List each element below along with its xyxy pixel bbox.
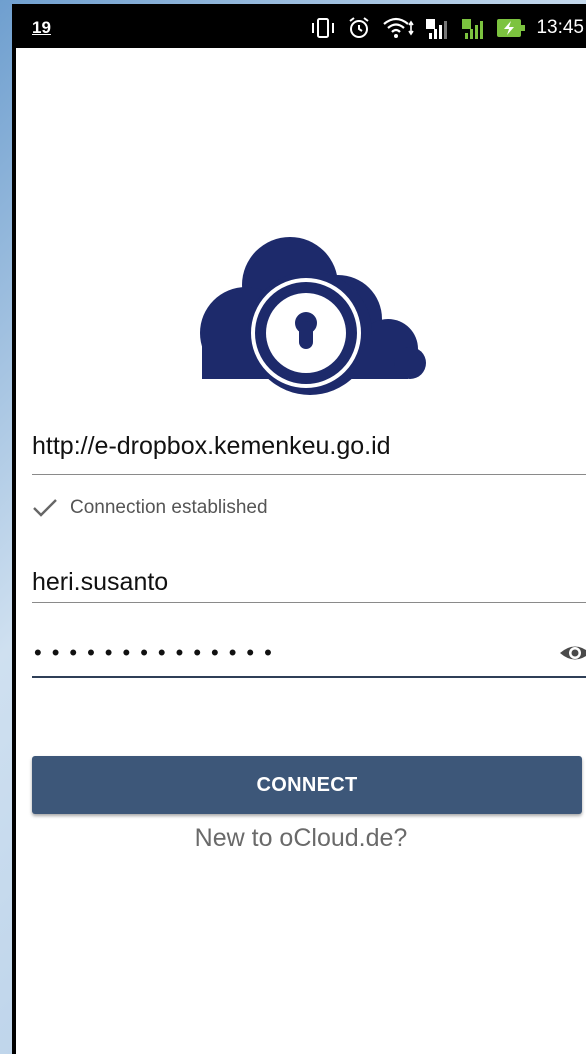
clock: 13:45 xyxy=(536,17,584,38)
show-password-eye-icon[interactable] xyxy=(558,638,586,668)
alarm-icon xyxy=(349,17,370,38)
password-field[interactable]: •••••••••••••• xyxy=(32,638,586,678)
password-input[interactable]: •••••••••••••• xyxy=(34,640,282,666)
username-field[interactable]: heri.susanto xyxy=(32,568,586,603)
wifi-icon xyxy=(383,17,415,38)
vibrate-icon xyxy=(312,18,335,38)
connect-button[interactable]: CONNECT xyxy=(32,756,582,814)
status-bar: 19 13:45 xyxy=(12,8,586,48)
signal-sim2-icon xyxy=(462,19,484,39)
notification-text: 19 xyxy=(32,18,51,37)
server-url-field[interactable]: http://e-dropbox.kemenkeu.go.id xyxy=(32,432,586,475)
login-screen: http://e-dropbox.kemenkeu.go.id Connecti… xyxy=(16,48,586,1054)
connection-status-text: Connection established xyxy=(70,497,268,518)
check-icon xyxy=(33,499,57,517)
username-input[interactable]: heri.susanto xyxy=(32,568,168,597)
new-account-link[interactable]: New to oCloud.de? xyxy=(16,824,586,853)
battery-charging-icon xyxy=(497,19,526,37)
ocloud-logo-icon xyxy=(200,237,426,395)
signal-sim1-icon xyxy=(426,19,448,39)
connection-status: Connection established xyxy=(32,494,268,522)
server-url-input[interactable]: http://e-dropbox.kemenkeu.go.id xyxy=(32,432,391,461)
